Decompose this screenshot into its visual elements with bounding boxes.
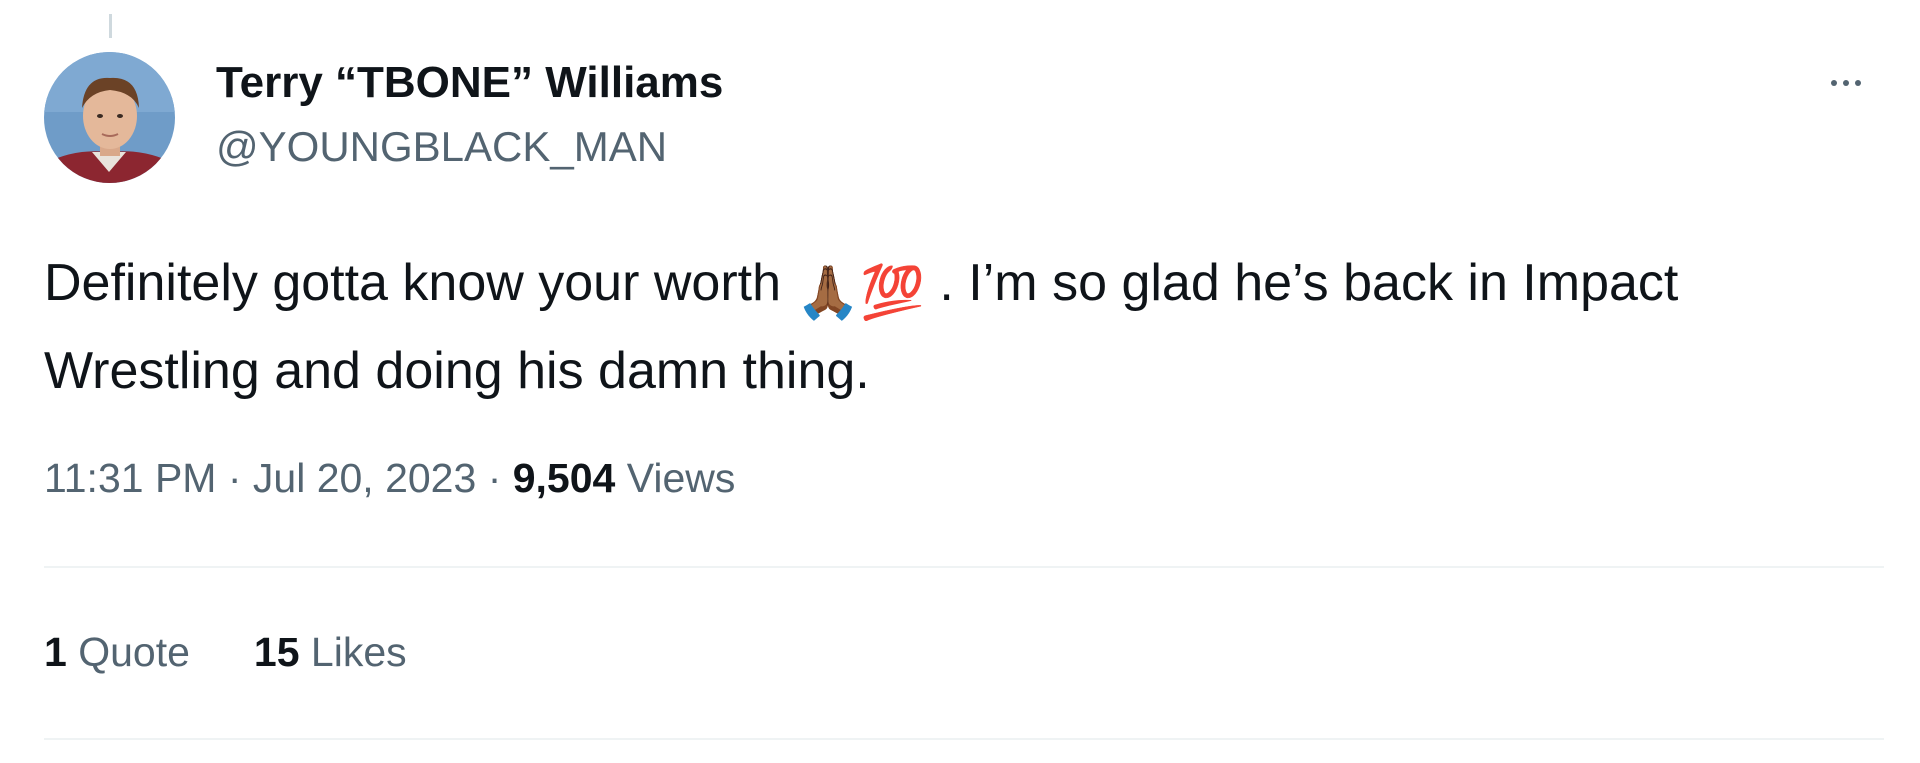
views-count: 9,504 xyxy=(512,455,616,501)
tweet-card: Terry “TBONE” Williams @YOUNGBLACK_MAN D… xyxy=(0,0,1920,763)
folded-hands-emoji-icon: 🙏🏾 xyxy=(795,264,861,322)
avatar[interactable] xyxy=(44,52,175,183)
views-label: Views xyxy=(615,455,736,501)
meta-separator: · xyxy=(476,455,513,501)
quotes-stat[interactable]: 1 Quote xyxy=(44,624,190,680)
tweet-time[interactable]: 11:31 PM xyxy=(44,455,216,501)
tweet-text: Definitely gotta know your worth 🙏🏾💯 . I… xyxy=(44,244,1894,410)
tweet-meta: 11:31 PM · Jul 20, 2023 · 9,504 Views xyxy=(44,450,735,506)
meta-separator: · xyxy=(216,455,253,501)
quotes-label: Quote xyxy=(66,629,190,675)
likes-label: Likes xyxy=(299,629,407,675)
thread-connector-line xyxy=(109,14,112,38)
author-handle[interactable]: @YOUNGBLACK_MAN xyxy=(216,120,667,174)
more-horizontal-icon xyxy=(1831,80,1837,86)
more-options-button[interactable] xyxy=(1818,68,1874,98)
tweet-date[interactable]: Jul 20, 2023 xyxy=(253,455,476,501)
engagement-stats: 1 Quote 15 Likes xyxy=(44,624,407,680)
tweet-text-part-1: Definitely gotta know your worth xyxy=(44,254,796,312)
hundred-points-emoji-icon: 💯 xyxy=(860,264,925,322)
likes-count: 15 xyxy=(253,629,300,675)
more-horizontal-icon-dot xyxy=(1855,80,1861,86)
divider xyxy=(44,738,1884,740)
divider xyxy=(44,566,1884,568)
more-horizontal-icon-dot xyxy=(1843,80,1849,86)
likes-stat[interactable]: 15 Likes xyxy=(254,624,407,680)
avatar-image xyxy=(44,52,175,183)
quotes-count: 1 xyxy=(44,629,67,675)
author-display-name[interactable]: Terry “TBONE” Williams xyxy=(216,56,723,110)
